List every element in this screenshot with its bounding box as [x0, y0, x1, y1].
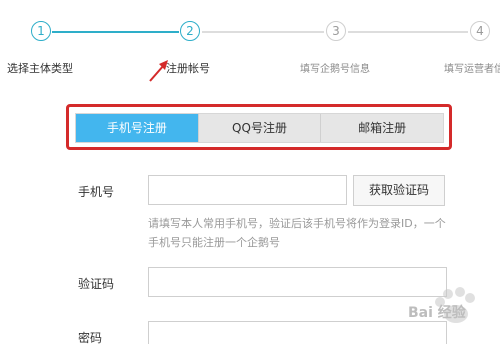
step-4-label: 填写运营者信 [444, 64, 500, 75]
tab-qq-register[interactable]: QQ号注册 [197, 114, 321, 142]
registration-stepper: 1 2 3 4 选择主体类型 注册帐号 填写企鹅号信息 填写运营者信 [0, 0, 500, 80]
phone-input[interactable] [148, 175, 347, 205]
step-connector-done [52, 31, 179, 33]
step-3-circle: 3 [326, 21, 346, 41]
step-3-label: 填写企鹅号信息 [300, 64, 370, 75]
step-1-circle: 1 [31, 21, 51, 41]
tab-phone-register[interactable]: 手机号注册 [76, 114, 198, 142]
step-2-label: 注册帐号 [166, 62, 210, 75]
annotation-arrow-icon [149, 60, 168, 82]
phone-label: 手机号 [78, 185, 115, 199]
tab-email-register[interactable]: 邮箱注册 [320, 114, 444, 142]
phone-hint-line-1: 请填写本人常用手机号，验证后该手机号将作为登录ID，一个 [148, 217, 446, 230]
step-4-circle: 4 [470, 21, 490, 41]
code-label: 验证码 [78, 277, 115, 291]
register-method-tabs: 手机号注册 QQ号注册 邮箱注册 [75, 113, 444, 143]
step-2-circle: 2 [180, 21, 200, 41]
step-1-label: 选择主体类型 [7, 62, 73, 75]
watermark-text: Bai 经验 [408, 305, 466, 321]
step-connector [348, 31, 468, 33]
phone-hint-line-2: 手机号只能注册一个企鹅号 [148, 236, 280, 249]
get-code-button[interactable]: 获取验证码 [353, 175, 445, 206]
step-connector [202, 31, 324, 33]
password-label: 密码 [78, 331, 103, 345]
